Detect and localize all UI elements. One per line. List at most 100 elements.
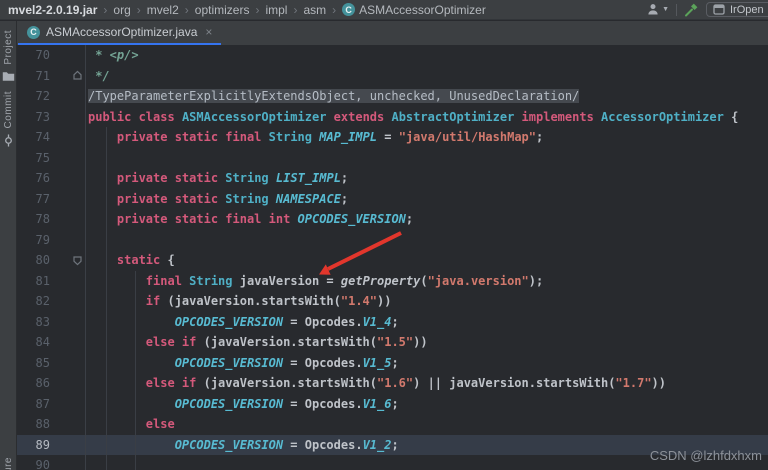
line-number[interactable]: 76 <box>17 168 50 189</box>
gutter-fold-column <box>50 45 86 66</box>
breadcrumb-item-impl[interactable]: impl <box>265 3 287 17</box>
gutter-fold-column <box>50 352 86 373</box>
code-line[interactable]: 74 private static final String MAP_IMPL … <box>17 127 768 148</box>
code-line[interactable]: 82 if (javaVersion.startsWith("1.4")) <box>17 291 768 312</box>
line-number[interactable]: 87 <box>17 394 50 415</box>
line-number[interactable]: 81 <box>17 271 50 292</box>
gutter-fold-column <box>50 311 86 332</box>
line-number[interactable]: 86 <box>17 373 50 394</box>
code-line[interactable]: 75 <box>17 147 768 169</box>
code-line[interactable]: 72/TypeParameterExplicitlyExtendsObject,… <box>17 86 768 107</box>
line-number[interactable]: 75 <box>17 148 50 169</box>
run-configuration-label: IrOpen <box>730 3 764 16</box>
gutter-fold-column <box>50 209 86 230</box>
line-number[interactable]: 77 <box>17 189 50 210</box>
commit-label: Commit <box>2 90 14 129</box>
code-line[interactable]: 88 else <box>17 414 768 435</box>
breadcrumb-item-asmaccessoroptimizer[interactable]: C ASMAccessorOptimizer <box>342 3 486 17</box>
code-line[interactable]: 77 private static String NAMESPACE; <box>17 188 768 210</box>
gutter-fold-column <box>50 106 86 127</box>
sidebar-item-structure[interactable]: Structure <box>0 457 16 470</box>
code-text: else if (javaVersion.startsWith("1.6") |… <box>145 376 666 390</box>
line-number[interactable]: 83 <box>17 312 50 333</box>
breadcrumb-item-mvel2-2-0-19-jar[interactable]: mvel2-2.0.19.jar <box>8 3 97 17</box>
breadcrumb-separator: › <box>136 2 141 17</box>
code-line[interactable]: 79 <box>17 229 768 251</box>
code-line[interactable]: 76 private static String LIST_IMPL; <box>17 168 768 189</box>
line-number[interactable]: 74 <box>17 127 50 148</box>
user-profile-button[interactable]: ▼ <box>647 3 669 16</box>
code-text: OPCODES_VERSION = Opcodes.V1_5; <box>174 355 399 370</box>
code-text: private static final int OPCODES_VERSION… <box>116 212 414 226</box>
hammer-icon <box>685 3 698 17</box>
line-number[interactable]: 89 <box>17 435 50 456</box>
line-number[interactable]: 71 <box>17 66 50 87</box>
code-line[interactable]: 85 OPCODES_VERSION = Opcodes.V1_5; <box>17 352 768 374</box>
code-editor[interactable]: 70 * <p/> 71 */72/TypeParameterExplicitly… <box>17 45 768 470</box>
line-number[interactable]: 82 <box>17 291 50 312</box>
toolbar-divider <box>676 3 677 16</box>
breadcrumb-item-mvel2[interactable]: mvel2 <box>147 3 179 17</box>
line-number[interactable]: 79 <box>17 230 50 251</box>
close-icon[interactable]: × <box>205 25 212 39</box>
gutter-fold-column <box>50 229 86 250</box>
code-line[interactable]: 81 final String javaVersion = getPropert… <box>17 270 768 292</box>
breadcrumb-item-optimizers[interactable]: optimizers <box>195 3 250 17</box>
code-line[interactable]: 86 else if (javaVersion.startsWith("1.6"… <box>17 373 768 394</box>
sidebar-item-project[interactable]: Project <box>0 21 16 82</box>
code-text: static { <box>116 253 175 267</box>
run-configuration-selector[interactable]: IrOpen <box>706 2 768 17</box>
chevron-down-icon: ▼ <box>662 6 669 13</box>
sidebar-item-commit[interactable]: Commit <box>0 82 16 147</box>
fold-end-icon[interactable] <box>72 70 83 81</box>
code-line[interactable]: 87 OPCODES_VERSION = Opcodes.V1_6; <box>17 393 768 415</box>
class-icon: C <box>27 25 40 39</box>
code-line[interactable]: 84 else if (javaVersion.startsWith("1.5"… <box>17 332 768 353</box>
build-button[interactable] <box>684 2 699 17</box>
code-text: final String javaVersion = getProperty("… <box>145 273 544 288</box>
gutter-fold-column <box>50 393 86 414</box>
line-number[interactable]: 73 <box>17 107 50 128</box>
code-line[interactable]: 73 public class ASMAccessorOptimizer exte… <box>17 106 768 128</box>
editor-tab-bar: C ASMAccessorOptimizer.java × <box>17 21 768 45</box>
code-text: if (javaVersion.startsWith("1.4")) <box>145 294 392 308</box>
class-icon: C <box>342 3 356 16</box>
line-number[interactable]: 85 <box>17 353 50 374</box>
breadcrumb-separator: › <box>293 2 298 17</box>
line-number[interactable]: 84 <box>17 332 50 353</box>
gutter-fold-column <box>50 86 86 107</box>
gutter-fold-column <box>50 270 86 291</box>
tool-window-stripe: Project Commit Structure <box>0 21 17 470</box>
fold-chevron-icon[interactable] <box>72 255 83 266</box>
code-line[interactable]: 78 private static final int OPCODES_VERS… <box>17 209 768 230</box>
line-number[interactable]: 88 <box>17 414 50 435</box>
tab-asmaccessoroptimizer[interactable]: C ASMAccessorOptimizer.java × <box>18 21 222 45</box>
breadcrumb-separator: › <box>184 2 189 17</box>
breadcrumb-item-asm[interactable]: asm <box>303 3 326 17</box>
line-number[interactable]: 80 <box>17 250 50 271</box>
line-number[interactable]: 78 <box>17 209 50 230</box>
watermark: CSDN @lzhfdxhxm <box>649 448 762 463</box>
gutter-fold-column <box>50 291 86 312</box>
line-number[interactable]: 70 <box>17 45 50 66</box>
code-text: /TypeParameterExplicitlyExtendsObject, u… <box>88 89 580 103</box>
breadcrumb-item-org[interactable]: org <box>113 3 130 17</box>
code-line[interactable]: 71 */ <box>17 65 768 87</box>
gutter-fold-column <box>50 414 86 435</box>
code-text: * <p/> <box>88 48 139 62</box>
application-icon <box>713 4 725 15</box>
code-line[interactable]: 80 static { <box>17 250 768 271</box>
code-line[interactable]: 83 OPCODES_VERSION = Opcodes.V1_4; <box>17 311 768 333</box>
breadcrumb-separator: › <box>332 2 337 17</box>
structure-label: Structure <box>3 457 14 470</box>
gutter-fold-column <box>50 127 86 148</box>
code-text: */ <box>88 68 110 83</box>
line-number[interactable]: 90 <box>17 455 50 470</box>
code-text: private static String LIST_IMPL; <box>116 171 349 185</box>
project-label: Project <box>2 30 14 65</box>
code-text: public class ASMAccessorOptimizer extend… <box>88 109 739 124</box>
code-line[interactable]: 70 * <p/> <box>17 45 768 66</box>
gutter-fold-column <box>50 373 86 394</box>
line-number[interactable]: 72 <box>17 86 50 107</box>
code-text: else if (javaVersion.startsWith("1.5")) <box>145 335 428 349</box>
